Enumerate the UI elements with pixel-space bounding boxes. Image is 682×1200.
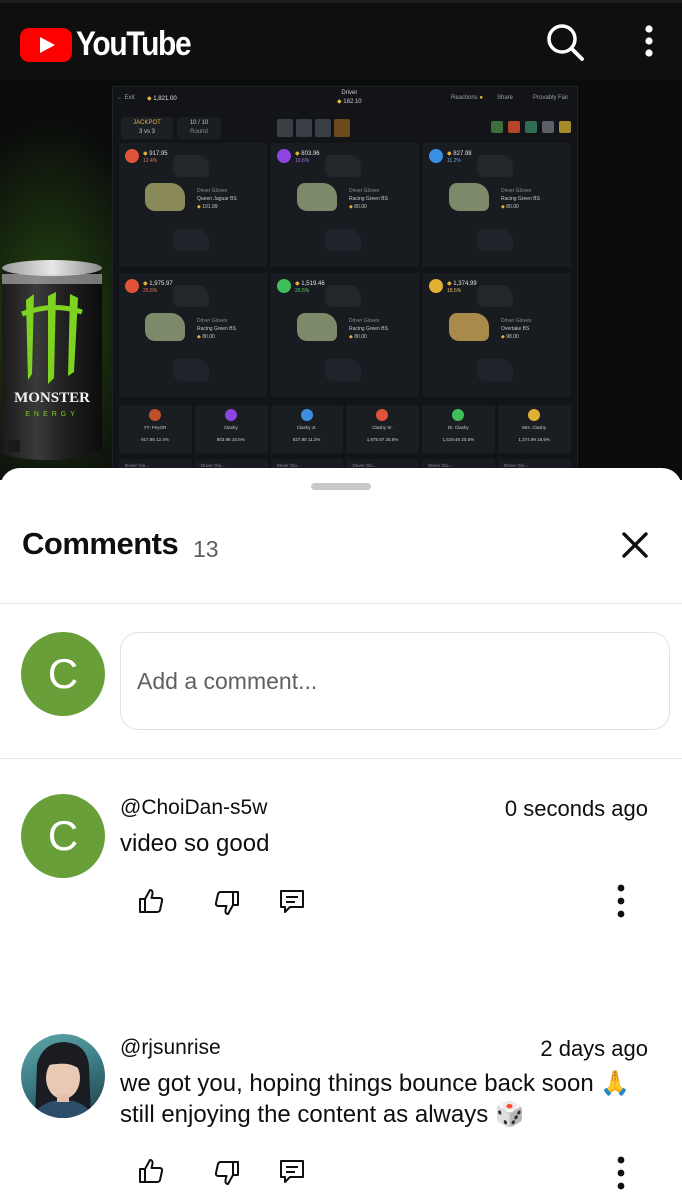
like-icon[interactable] — [136, 886, 166, 916]
comment-text: video so good — [120, 830, 270, 857]
more-vert-icon[interactable] — [632, 21, 666, 63]
game-item-grid: ◆ 917.95 12.4% Driver Gloves Queen Jaguar… — [119, 143, 571, 399]
like-icon[interactable] — [136, 1156, 166, 1186]
reply-icon[interactable] — [277, 886, 307, 916]
video-player[interactable]: ← Exit ◆ 1,821.00 Driver ◆ 182.10 Reactio… — [0, 80, 682, 480]
game-player-card: YT- PeyOR 917.95 12.4% — [119, 405, 192, 453]
game-cell: ◆ 1,374.99 18.5% Driver Gloves Overtake B… — [423, 273, 571, 397]
comment-more-icon[interactable] — [612, 1156, 630, 1190]
reply-icon[interactable] — [277, 1156, 307, 1186]
game-player-card: Clashy Sr. 1,975.97 25.6% — [346, 405, 420, 453]
dislike-icon[interactable] — [212, 1158, 242, 1188]
game-screen: ← Exit ◆ 1,821.00 Driver ◆ 182.10 Reactio… — [112, 86, 578, 480]
game-cell: ◆ 803.96 10.6% Driver Gloves Racing Green… — [271, 143, 419, 267]
youtube-logo[interactable]: YouTube — [20, 25, 206, 64]
youtube-wordmark: YouTube — [76, 25, 192, 63]
search-icon[interactable] — [544, 21, 586, 63]
add-comment-input[interactable] — [120, 632, 670, 730]
game-share-label: Share — [497, 95, 514, 101]
game-cell: ◆ 1,975.97 25.6% Driver Gloves Racing Gre… — [119, 273, 267, 397]
current-user-avatar: C — [21, 632, 105, 716]
game-cell: ◆ 827.98 11.2% Driver Gloves Racing Green… — [423, 143, 571, 267]
game-player-card: Mrs. Clashy 1,374.99 18.5% — [498, 405, 571, 453]
comments-sheet: Comments 13 C C @ChoiDan-s5w 0 seconds a… — [0, 468, 682, 1200]
comment-author[interactable]: @rjsunrise — [120, 1036, 221, 1060]
monster-energy-can: MONSTER ENERGY — [2, 260, 102, 461]
game-reactions-label: Reactions ● — [451, 95, 483, 101]
comment-author[interactable]: @ChoiDan-s5w — [120, 796, 267, 820]
game-driver: Driver ◆ 182.10 — [337, 90, 362, 105]
game-round-badge: 10 / 10 Round — [177, 117, 221, 139]
game-cell: ◆ 1,519.46 20.5% Driver Gloves Racing Gre… — [271, 273, 419, 397]
game-player-row: YT- PeyOR 917.95 12.4% Clashy 803.96 10.… — [119, 405, 571, 453]
game-jackpot-badge: JACKPOT 3 vs 3 — [121, 117, 173, 139]
game-player-card: Clashy Jr. 827.98 11.2% — [270, 405, 344, 453]
game-exit-label: ← Exit — [117, 95, 135, 101]
comments-count: 13 — [193, 536, 219, 562]
game-icons — [491, 121, 571, 133]
comment-timestamp: 0 seconds ago — [504, 796, 648, 821]
game-balance: ◆ 1,821.00 — [147, 96, 177, 102]
comment-avatar[interactable] — [21, 1034, 105, 1118]
comment-timestamp: 2 days ago — [540, 1036, 648, 1061]
game-fair-label: Provably Fair — [533, 95, 569, 101]
youtube-play-icon — [20, 27, 72, 62]
comment-more-icon[interactable] — [612, 884, 630, 918]
game-player-card: Dr. Clashy 1,519.46 20.5% — [422, 405, 496, 453]
comment-avatar[interactable]: C — [21, 794, 105, 878]
comments-title: Comments — [22, 526, 179, 561]
drag-handle[interactable] — [311, 483, 371, 490]
game-cell: ◆ 917.95 12.4% Driver Gloves Queen Jaguar… — [119, 143, 267, 267]
comment-text: we got you, hoping things bounce back so… — [120, 1070, 631, 1128]
divider — [0, 603, 682, 604]
game-player-avatars — [277, 119, 350, 137]
close-icon[interactable] — [618, 528, 652, 562]
svg-text:ENERGY: ENERGY — [25, 411, 79, 418]
dislike-icon[interactable] — [212, 888, 242, 918]
game-player-card: Clashy 803.96 10.6% — [194, 405, 268, 453]
top-app-bar: YouTube — [0, 0, 682, 80]
divider — [0, 758, 682, 759]
svg-text:MONSTER: MONSTER — [14, 390, 90, 406]
